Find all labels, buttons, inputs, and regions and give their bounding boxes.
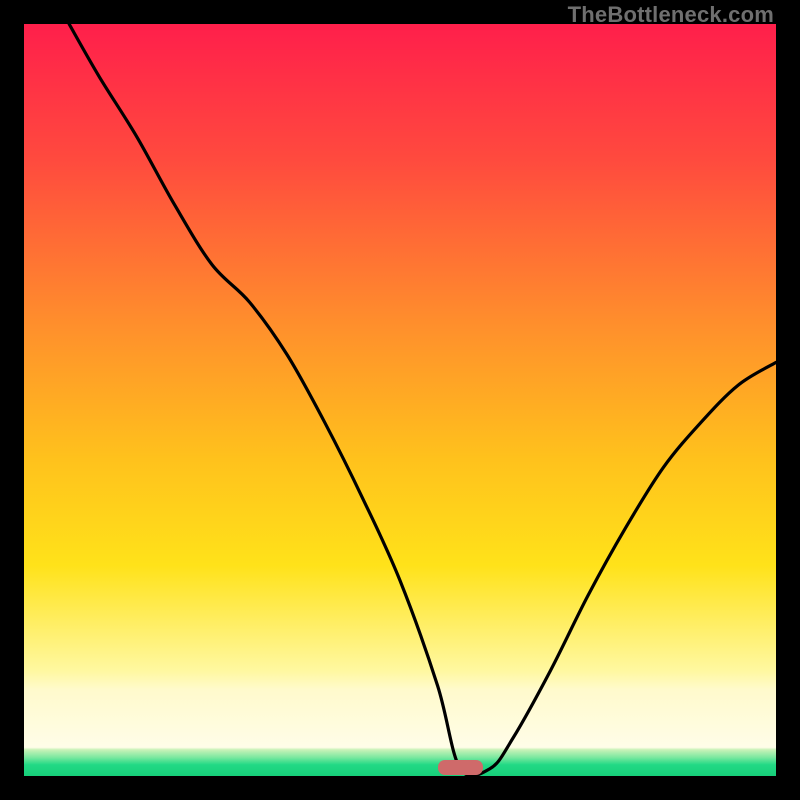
bottleneck-curve bbox=[24, 24, 776, 776]
chart-frame: TheBottleneck.com bbox=[0, 0, 800, 800]
watermark-text: TheBottleneck.com bbox=[568, 2, 774, 28]
sweet-spot-marker bbox=[438, 760, 483, 775]
plot-area bbox=[24, 24, 776, 776]
